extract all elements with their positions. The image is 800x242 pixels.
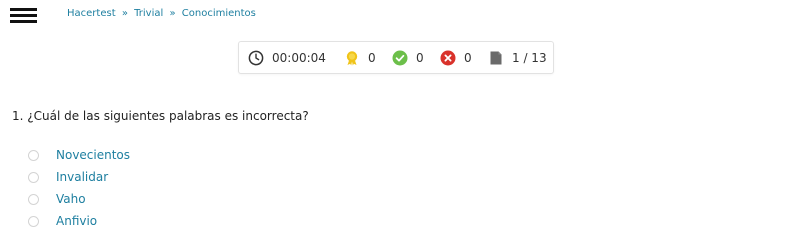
medal-icon [344, 50, 360, 66]
clock-icon [248, 50, 264, 66]
menu-bar [10, 14, 37, 17]
correct-stat: 0 [392, 42, 424, 73]
menu-bar [10, 8, 37, 11]
breadcrumb-conocimientos[interactable]: Conocimientos [182, 8, 256, 19]
document-icon [488, 50, 504, 66]
hamburger-menu-icon[interactable] [10, 6, 38, 24]
answer-label[interactable]: Invalidar [56, 170, 108, 184]
radio-button[interactable] [28, 193, 39, 205]
breadcrumb: Hacertest » Trivial » Conocimientos [67, 8, 256, 19]
radio-button[interactable] [28, 215, 39, 227]
answer-option[interactable]: Anfivio [28, 210, 130, 232]
points-value: 0 [368, 50, 376, 65]
timer-stat: 00:00:04 [248, 42, 326, 73]
quiz-stats-bar: 00:00:04 0 0 0 1 / 13 [238, 41, 554, 74]
breadcrumb-hacertest[interactable]: Hacertest [67, 8, 116, 19]
progress-stat: 1 / 13 [488, 42, 547, 73]
breadcrumb-separator: » [121, 8, 128, 19]
answer-label[interactable]: Vaho [56, 192, 86, 206]
breadcrumb-trivial[interactable]: Trivial [134, 8, 163, 19]
incorrect-value: 0 [464, 50, 472, 65]
correct-value: 0 [416, 50, 424, 65]
menu-bar [10, 20, 37, 23]
incorrect-stat: 0 [440, 42, 472, 73]
answer-option[interactable]: Novecientos [28, 144, 130, 166]
radio-button[interactable] [28, 171, 39, 183]
question-text: 1. ¿Cuál de las siguientes palabras es i… [12, 109, 309, 123]
progress-value: 1 / 13 [512, 50, 547, 65]
timer-value: 00:00:04 [272, 50, 326, 65]
check-circle-icon [392, 50, 408, 66]
answer-options: Novecientos Invalidar Vaho Anfivio [28, 144, 130, 232]
answer-option[interactable]: Vaho [28, 188, 130, 210]
answer-label[interactable]: Anfivio [56, 214, 97, 228]
breadcrumb-separator: » [169, 8, 176, 19]
radio-button[interactable] [28, 149, 39, 161]
x-circle-icon [440, 50, 456, 66]
answer-option[interactable]: Invalidar [28, 166, 130, 188]
answer-label[interactable]: Novecientos [56, 148, 130, 162]
points-stat: 0 [344, 42, 376, 73]
quiz-page: Hacertest » Trivial » Conocimientos 00:0… [0, 0, 800, 242]
